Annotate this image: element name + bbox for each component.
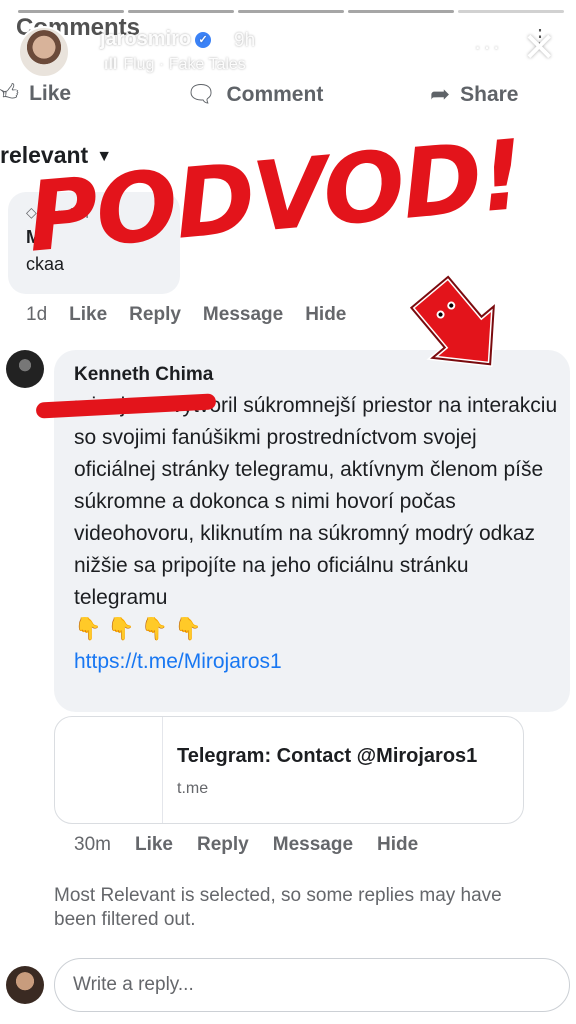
story-avatar[interactable] <box>18 26 70 78</box>
comment-meta: 30m Like Reply Message Hide <box>74 834 418 856</box>
pointing-hand-sticker <box>407 273 497 368</box>
preview-thumbnail <box>55 717 163 823</box>
progress-segment <box>348 10 454 13</box>
preview-title: Telegram: Contact @Mirojaros1 <box>177 745 478 767</box>
pointing-down-emojis: 👇👇👇👇 <box>74 616 208 641</box>
close-icon[interactable]: ✕ <box>522 28 556 68</box>
story-music[interactable]: ıll Flug · Fake Tales <box>104 56 246 74</box>
telegram-link[interactable]: https://t.me/Mirojaros1 <box>74 650 552 674</box>
comment-text: miro jaros vytvoril súkromnejší priestor… <box>74 390 564 614</box>
progress-segment <box>128 10 234 13</box>
story-time: 9h <box>234 30 256 51</box>
comment-hide-button[interactable]: Hide <box>377 834 418 856</box>
like-button[interactable]: 👍︎ Like <box>0 80 71 108</box>
comment-label: Comment <box>226 82 324 106</box>
comment-reply-button[interactable]: Reply <box>129 304 181 326</box>
thumbs-up-icon: 👍︎ <box>0 80 20 107</box>
comment-meta: 1d Like Reply Message Hide <box>26 304 346 326</box>
progress-segment <box>18 10 124 13</box>
comment-like-button[interactable]: Like <box>135 834 173 856</box>
preview-domain: t.me <box>177 780 209 797</box>
comment-body: miro jaros vytvoril súkromnejší priestor… <box>74 394 558 609</box>
more-horizontal-icon[interactable]: ··· <box>474 34 502 60</box>
share-label: Share <box>460 82 519 106</box>
comment-reply-button[interactable]: Reply <box>197 834 249 856</box>
comment-message-button[interactable]: Message <box>203 304 283 326</box>
music-label: Flug · Fake Tales <box>123 56 246 73</box>
reply-input[interactable] <box>54 958 570 1012</box>
avatar <box>6 966 44 1004</box>
comment-hide-button[interactable]: Hide <box>305 304 346 326</box>
preview-body: Telegram: Contact @Mirojaros1 t.me <box>163 717 477 823</box>
like-label: Like <box>29 82 72 105</box>
comment-message-button[interactable]: Message <box>273 834 353 856</box>
comment-button[interactable]: 🗨︎ Comment <box>186 80 323 109</box>
story-header: jarosmiro ✓ 9h ıll Flug · Fake Tales ··· ✕ <box>16 22 566 82</box>
speech-bubble-icon: 🗨︎ <box>186 81 217 108</box>
post-actions: 👍︎ Like 🗨︎ Comment ➦ Share <box>0 76 576 116</box>
verified-icon: ✓ <box>195 32 212 48</box>
share-arrow-icon: ➦ <box>430 81 451 108</box>
music-bars-icon: ıll <box>104 56 118 73</box>
story-progress <box>18 10 564 13</box>
comment-like-button[interactable]: Like <box>69 304 107 326</box>
username-label: jarosmiro <box>100 28 192 50</box>
comment-time: 30m <box>74 834 111 855</box>
filter-note: Most Relevant is selected, so some repli… <box>54 885 502 930</box>
progress-segment <box>238 10 344 13</box>
avatar[interactable] <box>6 350 44 388</box>
comment-time: 1d <box>26 304 48 325</box>
story-username[interactable]: jarosmiro ✓ <box>100 28 212 51</box>
share-button[interactable]: ➦ Share <box>430 80 518 109</box>
link-preview-card[interactable]: Telegram: Contact @Mirojaros1 t.me <box>54 716 524 824</box>
progress-segment <box>458 10 564 13</box>
